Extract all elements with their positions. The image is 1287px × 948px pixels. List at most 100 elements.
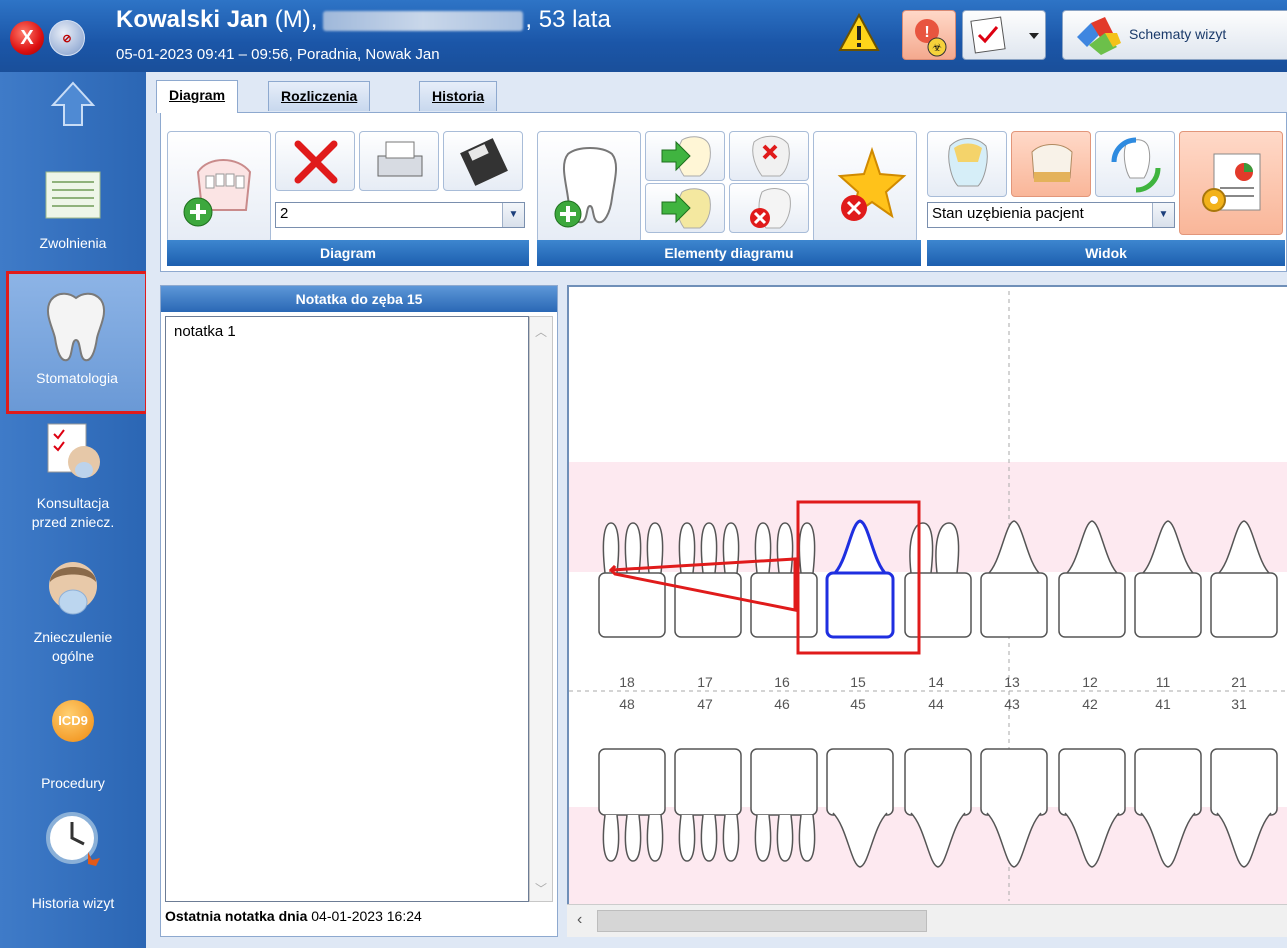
green-arrow-tooth-2-icon xyxy=(661,188,711,229)
refresh-view-button[interactable] xyxy=(1095,131,1175,197)
crown-tooth-icon xyxy=(1031,144,1073,182)
diagram-horizontal-scrollbar[interactable]: ‹ xyxy=(567,904,1287,937)
clear-tooth-button[interactable] xyxy=(729,183,809,233)
floppy-disk-icon xyxy=(460,138,508,186)
dental-diagram[interactable] xyxy=(567,285,1287,937)
add-dentures-icon xyxy=(183,159,252,227)
colored-tooth-icon xyxy=(948,138,988,187)
tooth-46[interactable] xyxy=(750,748,818,862)
chevron-down-icon[interactable]: ▼ xyxy=(502,203,524,227)
tab-rozliczenia[interactable]: Rozliczenia xyxy=(268,81,371,111)
ribbon-group-label-diagram: Diagram xyxy=(167,240,529,266)
tooth-number-row: 18 17 16 15 14 13 12 11 21 48 47 46 45 4… xyxy=(567,674,1287,734)
printer-icon xyxy=(377,141,423,177)
chevron-down-icon[interactable]: ▼ xyxy=(1152,203,1174,227)
ribbon-group-diagram: 2 ▼ Diagram xyxy=(167,121,529,266)
biohazard-button[interactable]: ! ☣ xyxy=(902,10,956,60)
tooth-num-11: 11 xyxy=(1155,674,1171,690)
sidebar-label-znieczulenie-2: ogólne xyxy=(51,648,95,664)
view-mode-value: Stan uzębienia pacjent xyxy=(932,205,1084,222)
warning-icon[interactable] xyxy=(838,12,880,54)
scrollbar-thumb[interactable] xyxy=(597,910,927,932)
green-arrow-tooth-icon xyxy=(661,136,711,177)
sidebar-item-stomatologia[interactable]: Stomatologia xyxy=(6,271,148,414)
tooth-18[interactable] xyxy=(598,522,666,638)
history-clock-icon xyxy=(46,812,100,866)
svg-text:!: ! xyxy=(924,24,929,41)
tooth-num-46: 46 xyxy=(774,696,790,712)
tooth-num-15: 15 xyxy=(850,674,866,690)
patient-sex: (M), xyxy=(274,6,318,33)
tooth-48[interactable] xyxy=(598,748,666,862)
tooth-num-12: 12 xyxy=(1082,674,1098,690)
consultation-icon xyxy=(47,423,100,478)
view-settings-button[interactable] xyxy=(1179,131,1283,235)
ribbon-group-label-elements: Elementy diagramu xyxy=(537,240,921,266)
no-xray-icon[interactable]: ⊘ xyxy=(49,20,85,56)
add-tooth-button[interactable] xyxy=(537,131,641,243)
tooth-num-13: 13 xyxy=(1004,674,1020,690)
diagram-number-select[interactable]: 2 ▼ xyxy=(275,202,525,228)
tooth-num-17: 17 xyxy=(697,674,713,690)
sidebar-item-znieczulenie[interactable]: Znieczulenie ogólne xyxy=(0,556,146,686)
tooth-num-42: 42 xyxy=(1082,696,1098,712)
tab-historia[interactable]: Historia xyxy=(419,81,498,111)
delete-diagram-button[interactable] xyxy=(275,131,355,191)
refresh-tooth-icon xyxy=(1111,137,1161,193)
icd9-icon: ICD9 xyxy=(52,700,94,742)
add-tooth-icon xyxy=(554,147,618,228)
diagram-number-value: 2 xyxy=(280,205,289,222)
scroll-left-icon[interactable]: ‹ xyxy=(577,911,582,929)
sidebar-item-procedury[interactable]: ICD9 Procedury xyxy=(0,696,146,796)
remove-all-elements-button[interactable] xyxy=(813,131,917,243)
delete-x-icon xyxy=(294,140,338,184)
tooth-num-45: 45 xyxy=(850,696,866,712)
sidebar-item-konsultacja[interactable]: Konsultacja przed zniecz. xyxy=(0,422,146,552)
tooth-16[interactable] xyxy=(750,522,818,638)
tooth-47[interactable] xyxy=(674,748,742,862)
tab-historia-label: Historia xyxy=(432,88,485,104)
ribbon-group-view: Stan uzębienia pacjent ▼ Widok xyxy=(927,121,1285,266)
svg-text:☣: ☣ xyxy=(932,41,942,54)
copy-tooth-down-button[interactable] xyxy=(645,183,725,233)
tooth-num-14: 14 xyxy=(928,674,944,690)
sidebar-label-procedury: Procedury xyxy=(41,775,105,791)
close-visit-button[interactable]: X xyxy=(10,21,44,55)
tooth-num-41: 41 xyxy=(1155,696,1171,712)
print-diagram-button[interactable] xyxy=(359,131,439,191)
scroll-up-icon[interactable]: ︿ xyxy=(535,323,547,340)
new-diagram-button[interactable] xyxy=(167,131,271,243)
tooth-17[interactable] xyxy=(674,522,742,638)
tab-diagram[interactable]: Diagram xyxy=(156,80,239,113)
sidebar-label-konsultacja-1: Konsultacja xyxy=(36,495,110,511)
sidebar-item-zwolnienia[interactable]: Zwolnienia xyxy=(0,164,146,264)
note-textarea[interactable]: notatka 1 xyxy=(165,316,529,902)
remove-element-button[interactable] xyxy=(729,131,809,181)
tooth-num-44: 44 xyxy=(928,696,944,712)
schematy-wizyt-label: Schematy wizyt xyxy=(1129,26,1227,42)
collapse-up-arrow-icon[interactable] xyxy=(50,80,96,128)
note-scrollbar[interactable]: ︿ ﹀ xyxy=(529,316,553,902)
view-mode-select[interactable]: Stan uzębienia pacjent ▼ xyxy=(927,202,1175,228)
tab-diagram-label: Diagram xyxy=(169,87,226,103)
sidebar-label-zwolnienia: Zwolnienia xyxy=(39,235,107,251)
note-footer: Ostatnia notatka dnia 04-01-2023 16:24 xyxy=(165,908,422,924)
view-crown-button[interactable] xyxy=(1011,131,1091,197)
sidebar-item-historia-wizyt[interactable]: Historia wizyt xyxy=(0,808,146,928)
tooth-icon xyxy=(46,292,106,362)
sidebar-label-stomatologia: Stomatologia xyxy=(36,370,118,386)
teeth-chart[interactable] xyxy=(569,287,1287,905)
tooth-note-panel: Notatka do zęba 15 notatka 1 ︿ ﹀ Ostatni… xyxy=(160,285,558,937)
note-title: Notatka do zęba 15 xyxy=(161,286,557,312)
scroll-down-icon[interactable]: ﹀ xyxy=(535,880,547,897)
title-bar: X ⊘ Kowalski Jan (M), , 53 lata 05-01-202… xyxy=(0,0,1287,72)
tooth-num-18: 18 xyxy=(619,674,635,690)
view-tooth-colors-button[interactable] xyxy=(927,131,1007,197)
note-text: notatka 1 xyxy=(174,323,236,340)
tab-rozliczenia-label: Rozliczenia xyxy=(281,88,358,104)
schematy-wizyt-button[interactable]: Schematy wizyt xyxy=(1062,10,1287,60)
sidebar-label-konsultacja-2: przed zniecz. xyxy=(31,514,115,530)
copy-tooth-up-button[interactable] xyxy=(645,131,725,181)
save-diagram-button[interactable] xyxy=(443,131,523,191)
checklist-button[interactable] xyxy=(962,10,1046,60)
